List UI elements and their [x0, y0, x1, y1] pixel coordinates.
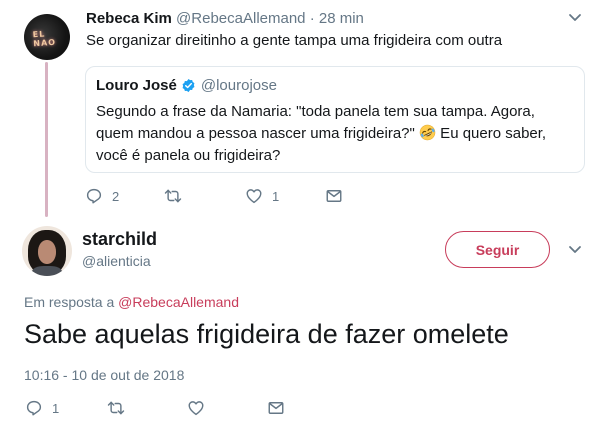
direct-message-button[interactable] — [325, 187, 343, 205]
rolling-on-floor-laughing-emoji-icon — [419, 124, 436, 141]
quoted-author-name: Louro José — [96, 77, 177, 94]
reply-icon — [26, 400, 42, 416]
reply-button[interactable]: 1 — [25, 399, 59, 417]
tweet1-text: Se organizar direitinho a gente tampa um… — [86, 32, 503, 49]
thread-line — [45, 62, 48, 217]
retweet-icon — [164, 189, 182, 203]
tweet2-author-handle[interactable]: @alienticia — [82, 253, 151, 269]
tweet2-text: Sabe aquelas frigideira de fazer omelete — [24, 319, 509, 349]
direct-message-button[interactable] — [267, 399, 285, 417]
tweet1-time[interactable]: 28 min — [319, 10, 364, 27]
reply-to-link[interactable]: @RebecaAllemand — [118, 294, 239, 310]
like-count: 1 — [272, 188, 280, 204]
reply-count: 2 — [112, 188, 120, 204]
retweet-button[interactable] — [107, 399, 134, 417]
quoted-tweet[interactable]: Louro José @lourojose Segundo a frase da… — [85, 66, 585, 173]
chevron-down-icon[interactable] — [568, 12, 582, 24]
avatar-neon-sign: EL NAO — [32, 29, 57, 49]
envelope-icon — [326, 190, 342, 202]
tweet1-author-handle[interactable]: @RebecaAllemand — [176, 10, 305, 27]
heart-icon — [246, 189, 262, 204]
verified-badge-icon — [182, 78, 195, 93]
like-button[interactable] — [187, 399, 214, 417]
follow-button[interactable]: Seguir — [445, 231, 550, 268]
reply-count: 1 — [52, 400, 60, 416]
chevron-down-icon[interactable] — [568, 244, 582, 256]
tweet1-separator: · — [309, 10, 315, 27]
reply-button[interactable]: 2 — [85, 187, 119, 205]
tweet2-timestamp[interactable]: 10:16 - 10 de out de 2018 — [24, 367, 184, 383]
heart-icon — [188, 401, 204, 416]
reply-context: Em resposta a @RebecaAllemand — [24, 294, 239, 310]
tweet2-author-name[interactable]: starchild — [82, 229, 157, 250]
like-button[interactable]: 1 — [245, 187, 279, 205]
quoted-tweet-text: Segundo a frase da Namaria: "toda panela… — [96, 101, 576, 167]
tweet1-header: Rebeca Kim @RebecaAllemand · 28 min — [86, 10, 364, 27]
avatar-starchild[interactable] — [22, 226, 72, 276]
reply-icon — [86, 188, 102, 204]
quoted-author-handle: @lourojose — [200, 77, 277, 94]
retweet-icon — [107, 401, 125, 415]
avatar-rebeca[interactable]: EL NAO — [24, 14, 70, 60]
retweet-button[interactable] — [164, 187, 191, 205]
reply-context-prefix: Em resposta a — [24, 294, 115, 310]
tweet1-author-name[interactable]: Rebeca Kim — [86, 10, 172, 27]
envelope-icon — [268, 402, 284, 414]
